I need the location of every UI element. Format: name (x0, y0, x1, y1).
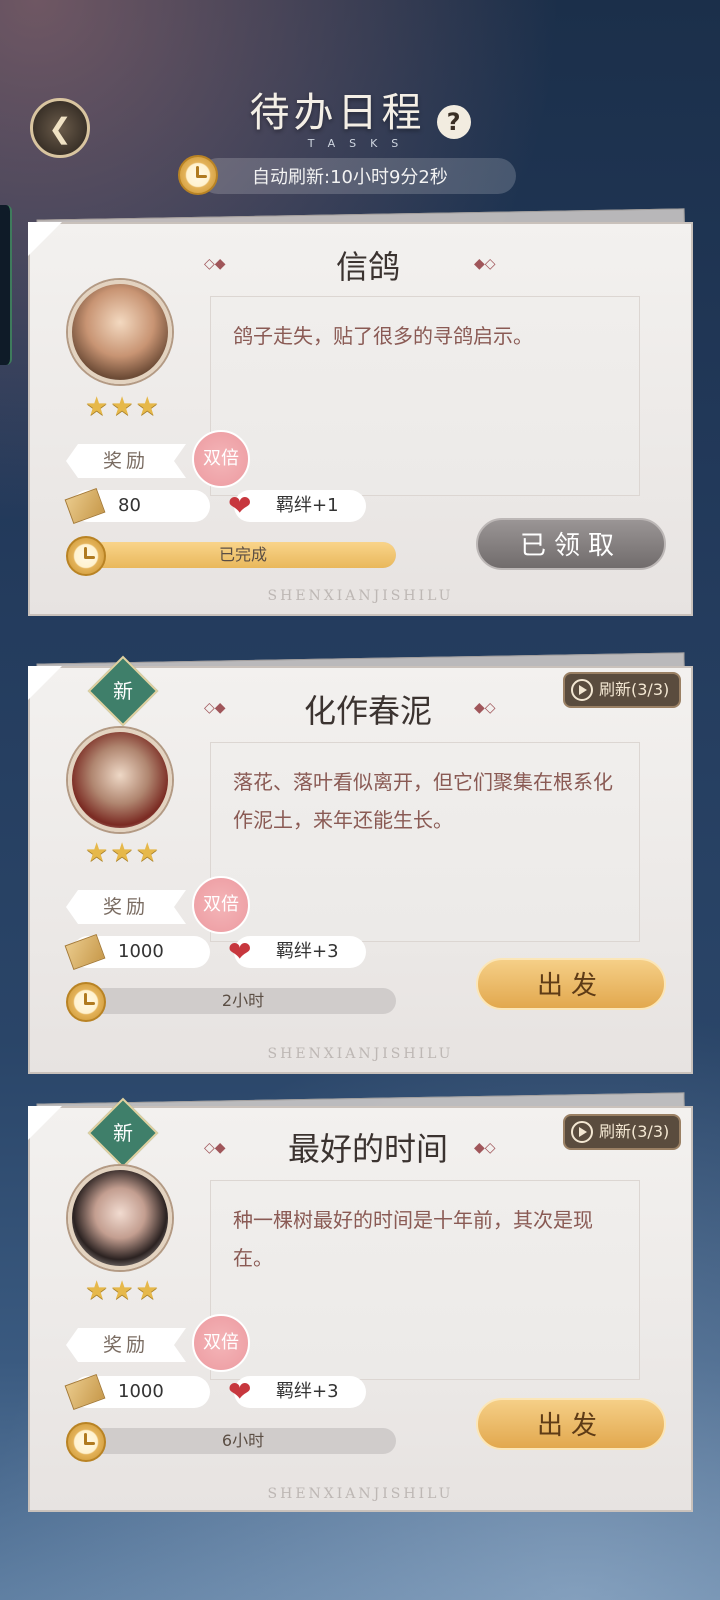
refresh-count: 刷新(3/3) (599, 1122, 670, 1141)
card-corner-fold (28, 222, 62, 256)
page-title: 待办日程 (249, 90, 426, 136)
description-box: 落花、落叶看似离开，但它们聚集在根系化作泥土，来年还能生长。 (210, 742, 640, 942)
double-badge: 双倍 (192, 876, 250, 934)
new-badge-label: 新 (113, 1121, 133, 1145)
auto-refresh-text: 自动刷新:10小时9分2秒 (252, 167, 448, 188)
task-progress: 已完成 (90, 542, 396, 568)
bond-reward: 羁绊+1 (234, 490, 366, 522)
progress-text: 2小时 (221, 991, 265, 1010)
heart-icon: ❤ (228, 935, 252, 968)
task-description: 鸽子走失，贴了很多的寻鸽启示。 (233, 324, 533, 348)
reward-label: 奖励 (66, 1328, 186, 1362)
refresh-count: 刷新(3/3) (599, 680, 670, 699)
watermark: SHENXIANJISHILU (267, 588, 454, 604)
task-title: 信鸽 (335, 248, 400, 286)
bond-amount: 羁绊+1 (276, 495, 339, 516)
depart-button[interactable]: 出发 (476, 1398, 666, 1450)
auto-refresh-bar: 自动刷新:10小时9分2秒 (178, 155, 516, 195)
star-rating: ★★★ (85, 392, 161, 422)
side-drawer-handle[interactable] (0, 205, 12, 365)
claimed-button[interactable]: 已领取 (476, 518, 666, 570)
task-title: 最好的时间 (287, 1130, 448, 1168)
play-icon (571, 1121, 593, 1143)
depart-button[interactable]: 出发 (476, 958, 666, 1010)
stopwatch-icon (66, 1422, 106, 1462)
task-title: 化作春泥 (303, 692, 432, 730)
task-card: ◇◆ ◆◇ 信鸽 ★★★ 鸽子走失，贴了很多的寻鸽启示。 奖励 双倍 80 羁绊… (28, 208, 693, 616)
progress-text: 已完成 (218, 545, 267, 564)
play-icon (571, 679, 593, 701)
star-rating: ★★★ (85, 838, 161, 868)
double-badge: 双倍 (192, 1314, 250, 1372)
bond-reward: 羁绊+3 (234, 936, 366, 968)
reward-label: 奖励 (66, 444, 186, 478)
bond-reward: 羁绊+3 (234, 1376, 366, 1408)
task-description: 落花、落叶看似离开，但它们聚集在根系化作泥土，来年还能生长。 (233, 770, 613, 832)
double-badge: 双倍 (192, 430, 250, 488)
coin-amount: 80 (118, 495, 141, 516)
avatar[interactable] (68, 728, 172, 832)
heart-icon: ❤ (228, 1375, 252, 1408)
stopwatch-icon (66, 536, 106, 576)
watermark: SHENXIANJISHILU (267, 1486, 454, 1502)
description-box: 鸽子走失，贴了很多的寻鸽启示。 (210, 296, 640, 496)
avatar[interactable] (68, 1166, 172, 1270)
page-subtitle: TASKS (307, 136, 413, 150)
refresh-task-button[interactable]: 刷新(3/3) (563, 672, 681, 708)
bond-amount: 羁绊+3 (276, 1381, 339, 1402)
task-description: 种一棵树最好的时间是十年前，其次是现在。 (233, 1208, 593, 1270)
coin-amount: 1000 (118, 1381, 164, 1402)
task-card: 新 刷新(3/3) ◇◆ ◆◇ 最好的时间 ★★★ 种一棵树最好的时间是十年前，… (28, 1092, 693, 1512)
task-progress: 6小时 (90, 1428, 396, 1454)
page-header: 待办日程 ? TASKS (0, 80, 720, 150)
heart-icon: ❤ (228, 489, 252, 522)
question-icon[interactable]: ? (436, 104, 471, 139)
card-corner-fold (28, 1106, 62, 1140)
bond-amount: 羁绊+3 (276, 941, 339, 962)
description-box: 种一棵树最好的时间是十年前，其次是现在。 (210, 1180, 640, 1380)
reward-label: 奖励 (66, 890, 186, 924)
refresh-task-button[interactable]: 刷新(3/3) (563, 1114, 681, 1150)
watermark: SHENXIANJISHILU (267, 1046, 454, 1062)
new-badge-label: 新 (113, 679, 133, 703)
stopwatch-icon (178, 155, 218, 195)
avatar[interactable] (68, 280, 172, 384)
star-rating: ★★★ (85, 1276, 161, 1306)
stopwatch-icon (66, 982, 106, 1022)
progress-text: 6小时 (221, 1431, 265, 1450)
task-progress: 2小时 (90, 988, 396, 1014)
card-corner-fold (28, 666, 62, 700)
coin-amount: 1000 (118, 941, 164, 962)
task-card: 新 刷新(3/3) ◇◆ ◆◇ 化作春泥 ★★★ 落花、落叶看似离开，但它们聚集… (28, 652, 693, 1074)
